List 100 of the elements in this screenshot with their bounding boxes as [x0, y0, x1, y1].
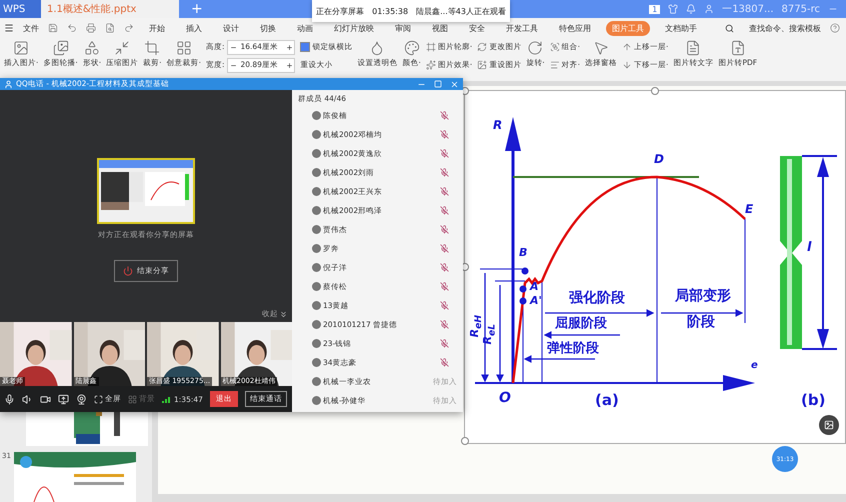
- avatar-icon: [312, 282, 321, 291]
- app-tab[interactable]: WPS: [0, 0, 41, 18]
- help-icon[interactable]: [830, 23, 840, 33]
- fullscreen-icon: [94, 394, 103, 404]
- avatar-icon: [312, 187, 321, 196]
- group-icon: [550, 42, 560, 52]
- menu-tab[interactable]: 特色应用: [553, 20, 597, 36]
- avatar-icon: [312, 168, 321, 177]
- power-icon: [123, 266, 133, 276]
- align-icon: [550, 60, 560, 70]
- maximize-icon[interactable]: [434, 80, 442, 88]
- compress-icon: [114, 40, 130, 56]
- menu-tab[interactable]: 动画: [291, 20, 319, 36]
- menu-tab[interactable]: 幻灯片放映: [328, 20, 380, 36]
- avatar-icon: [312, 149, 321, 158]
- diagram-label: 屈服阶段: [555, 317, 607, 330]
- share-status: 正在分享屏幕: [316, 6, 364, 16]
- menu-tab[interactable]: 开始: [143, 20, 171, 36]
- menu-tab[interactable]: 安全: [463, 20, 491, 36]
- avatar-icon: [312, 358, 321, 367]
- guide-line: [480, 268, 526, 270]
- webcam-icon[interactable]: [76, 394, 87, 404]
- diagram-label: (b): [801, 393, 826, 408]
- diagram-label: 强化阶段: [569, 291, 625, 305]
- images-icon: [52, 40, 69, 56]
- signal-icon: [162, 395, 172, 403]
- search-field[interactable]: 查找命令、搜索模板: [749, 22, 821, 34]
- page-badge: 1: [649, 4, 660, 14]
- search-icon[interactable]: [725, 24, 734, 32]
- avatar-icon[interactable]: [704, 4, 714, 14]
- resize-handle[interactable]: [651, 87, 659, 95]
- image-icon: [824, 420, 834, 430]
- refresh-icon: [477, 42, 488, 52]
- point-marker: [522, 268, 528, 274]
- avatar-icon: [312, 111, 321, 120]
- menu-tab[interactable]: 视图: [426, 20, 454, 36]
- avatar-icon: [312, 396, 321, 405]
- diagram-label: B: [519, 247, 528, 258]
- file-menu[interactable]: 文件: [23, 22, 39, 34]
- diagram-label: 阶段: [687, 315, 715, 329]
- image-plus-icon: [477, 60, 488, 70]
- qq-logo-icon: [4, 80, 13, 88]
- diagram-label: 局部变形: [675, 289, 731, 303]
- redo-icon[interactable]: [124, 23, 134, 33]
- menu-tab[interactable]: 插入: [180, 20, 208, 36]
- arrow-up-icon: [622, 42, 632, 52]
- menu-tab[interactable]: 审阅: [389, 20, 417, 36]
- diagram-label: A: [530, 281, 539, 292]
- user-id: 8775-rc: [782, 4, 820, 14]
- point-marker: [520, 286, 526, 292]
- crop-icon: [144, 40, 160, 56]
- diagram-label: O: [499, 391, 511, 405]
- dimension-arrow: [524, 355, 595, 363]
- close-icon[interactable]: [450, 80, 459, 88]
- microphone-icon[interactable]: [4, 394, 15, 404]
- shapes-icon: [84, 40, 100, 56]
- chevron-down-icon: [279, 310, 288, 318]
- document-icon: [685, 40, 702, 56]
- resize-handle[interactable]: [461, 437, 469, 445]
- diagram-label: e: [751, 361, 758, 371]
- avatar-icon: [312, 339, 321, 348]
- screen-share-icon[interactable]: [58, 394, 69, 404]
- menu-icon[interactable]: [4, 23, 14, 33]
- avatar-icon: [312, 263, 321, 272]
- avatar-icon: [312, 244, 321, 253]
- point-marker: [520, 298, 526, 304]
- image-icon: [13, 40, 30, 56]
- diagram-label: 弹性阶段: [547, 342, 599, 355]
- avatar-icon: [312, 320, 321, 329]
- camera-icon[interactable]: [40, 394, 51, 404]
- palette-icon: [404, 40, 420, 56]
- frame-icon: [426, 42, 436, 52]
- viewer-count: 陆晨鑫...等43人正在观看: [416, 6, 506, 16]
- avatar-icon: [312, 301, 321, 310]
- sparkles-icon: [426, 60, 436, 70]
- share-time: 01:35:38: [372, 6, 408, 16]
- shirt-icon[interactable]: [668, 4, 678, 14]
- preview-icon[interactable]: [105, 23, 115, 33]
- menu-tab[interactable]: 开发工具: [500, 20, 544, 36]
- print-icon[interactable]: [86, 23, 96, 33]
- avatar-icon: [312, 377, 321, 386]
- avatar-icon: [312, 130, 321, 139]
- image-button[interactable]: [819, 415, 839, 435]
- bell-icon[interactable]: [686, 4, 696, 14]
- pointer-icon: [593, 40, 610, 56]
- guide-line: [494, 280, 526, 282]
- save-icon[interactable]: [48, 23, 58, 33]
- menu-tab[interactable]: 设计: [217, 20, 245, 36]
- menu-tab[interactable]: 文档助手: [659, 20, 703, 36]
- avatar-icon: [312, 206, 321, 215]
- diagram-label: E: [745, 203, 754, 215]
- grid-icon: [128, 394, 137, 404]
- diagram-label: l: [807, 241, 812, 254]
- avatar-icon: [312, 225, 321, 234]
- undo-icon[interactable]: [67, 23, 77, 33]
- speaker-icon[interactable]: [22, 394, 33, 404]
- diagram-label: A': [530, 295, 542, 306]
- diagram-label: R: [493, 119, 502, 131]
- menu-tab[interactable]: 切换: [254, 20, 282, 36]
- file-icon: [730, 40, 746, 56]
